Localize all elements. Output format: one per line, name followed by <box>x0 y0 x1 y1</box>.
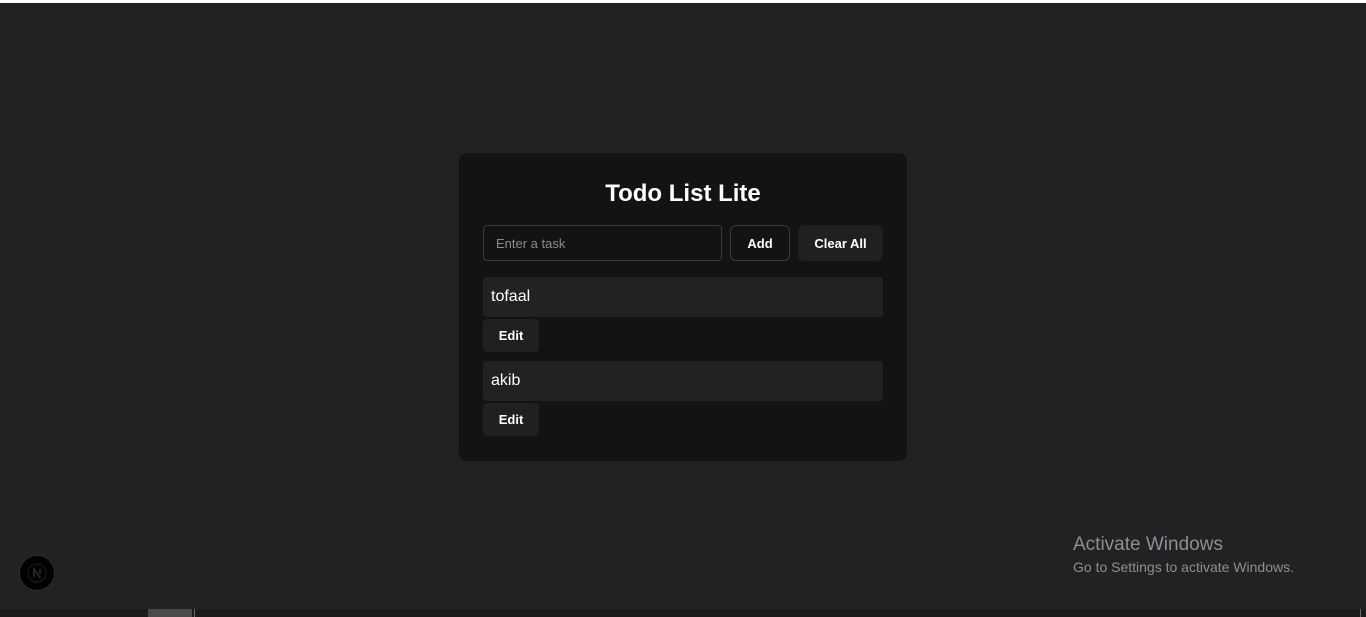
taskbar <box>0 609 1366 617</box>
todo-card: Todo List Lite Add Clear All tofaal Edit… <box>459 153 907 461</box>
clear-all-button-label: Clear All <box>814 235 867 251</box>
edit-button-label: Edit <box>498 328 524 343</box>
add-button[interactable]: Add <box>730 225 790 261</box>
edit-button[interactable]: Edit <box>483 319 539 352</box>
edit-button-label: Edit <box>498 412 524 427</box>
edit-button[interactable]: Edit <box>483 403 539 436</box>
taskbar-divider <box>1360 609 1361 617</box>
taskbar-divider <box>194 609 195 617</box>
watermark-title: Activate Windows <box>1073 534 1223 555</box>
watermark-subtitle: Go to Settings to activate Windows. <box>1073 559 1294 575</box>
page-title: Todo List Lite <box>605 180 761 207</box>
app-viewport: Todo List Lite Add Clear All tofaal Edit… <box>0 3 1366 609</box>
todo-item: akib <box>483 361 883 401</box>
add-button-label: Add <box>747 235 773 251</box>
todo-item-text: akib <box>491 372 521 389</box>
todo-item: tofaal <box>483 277 883 317</box>
nextjs-logo-icon <box>27 563 47 583</box>
clear-all-button[interactable]: Clear All <box>798 225 883 261</box>
taskbar-app-button[interactable] <box>148 609 192 617</box>
todo-item-text: tofaal <box>491 288 531 305</box>
nextjs-dev-badge[interactable] <box>19 555 55 591</box>
activate-windows-watermark: Activate Windows Go to Settings to activ… <box>1073 533 1294 577</box>
task-input[interactable] <box>483 225 722 261</box>
